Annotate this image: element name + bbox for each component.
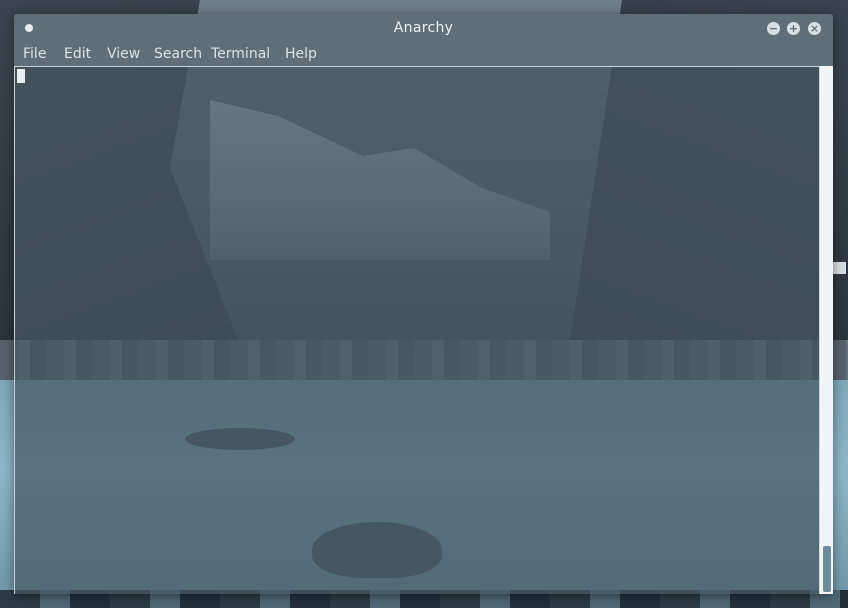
window-title: Anarchy	[393, 20, 454, 36]
block-cursor-icon	[17, 69, 25, 83]
menu-edit[interactable]: Edit	[64, 46, 91, 62]
close-button[interactable]: ×	[808, 22, 821, 35]
scrollbar-thumb[interactable]	[823, 546, 831, 592]
maximize-button[interactable]: +	[787, 22, 800, 35]
menu-bar: File Edit View Search Terminal Help	[14, 42, 833, 66]
minimize-button[interactable]: −	[767, 22, 780, 35]
maximize-icon: +	[788, 22, 799, 35]
menu-search[interactable]: Search	[154, 46, 202, 62]
menu-help[interactable]: Help	[285, 46, 317, 62]
vertical-scrollbar[interactable]	[819, 66, 833, 594]
menu-terminal[interactable]: Terminal	[211, 46, 270, 62]
menu-file[interactable]: File	[23, 46, 46, 62]
title-bar[interactable]: Anarchy − + ×	[14, 14, 833, 42]
close-icon: ×	[809, 22, 820, 35]
minimize-icon: −	[768, 22, 779, 35]
menu-view[interactable]: View	[107, 46, 140, 62]
terminal-area[interactable]	[14, 66, 819, 594]
terminal-window: Anarchy − + × File Edit View Search Term…	[14, 14, 833, 594]
